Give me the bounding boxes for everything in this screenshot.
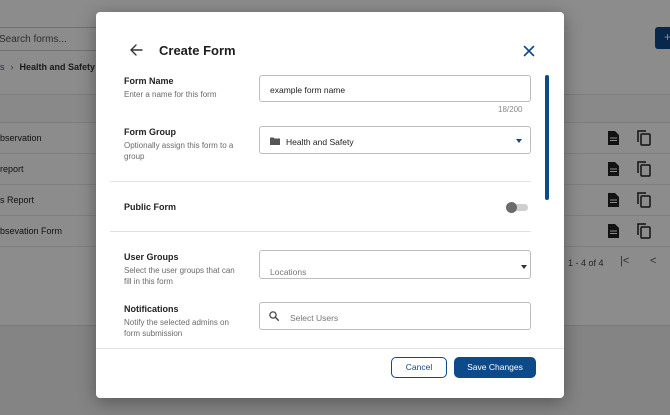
section-divider — [110, 231, 531, 232]
section-divider — [110, 181, 531, 182]
user-groups-hint: Select the user groups that can fill in … — [124, 266, 235, 286]
caret-down-icon — [516, 139, 522, 143]
arrow-left-icon[interactable] — [129, 43, 143, 57]
form-name-char-counter: 18/200 — [498, 105, 523, 114]
save-changes-button[interactable]: Save Changes — [454, 357, 536, 378]
user-groups-label: User Groups — [124, 252, 179, 262]
notifications-user-search[interactable]: Select Users — [259, 302, 531, 330]
notifications-hint: Notify the selected admins on form submi… — [124, 318, 229, 338]
form-group-hint: Optionally assign this form to a group — [124, 141, 234, 161]
dialog-footer-divider — [96, 348, 564, 349]
notifications-placeholder: Select Users — [290, 313, 339, 323]
form-name-hint: Enter a name for this form — [124, 90, 217, 99]
create-form-dialog: Create Form Form Name Enter a name for t… — [96, 12, 564, 398]
user-groups-placeholder: Locations — [270, 267, 307, 277]
form-group-label: Form Group — [124, 127, 176, 137]
dialog-title: Create Form — [159, 43, 236, 58]
form-name-input[interactable]: example form name — [259, 75, 531, 102]
cancel-button[interactable]: Cancel — [391, 357, 447, 378]
scrollbar-thumb[interactable] — [545, 75, 549, 200]
form-name-value: example form name — [270, 85, 346, 95]
form-group-value: Health and Safety — [286, 137, 354, 147]
search-icon — [269, 311, 279, 321]
close-icon[interactable] — [523, 45, 535, 57]
user-groups-select[interactable]: Locations — [259, 250, 531, 279]
toggle-knob — [506, 202, 517, 213]
public-form-label: Public Form — [124, 202, 177, 212]
form-group-select[interactable]: Health and Safety — [259, 126, 531, 154]
public-form-toggle[interactable] — [506, 202, 528, 213]
notifications-label: Notifications — [124, 304, 179, 314]
form-name-label: Form Name — [124, 76, 174, 86]
folder-icon — [270, 137, 280, 145]
caret-down-icon — [521, 265, 527, 269]
